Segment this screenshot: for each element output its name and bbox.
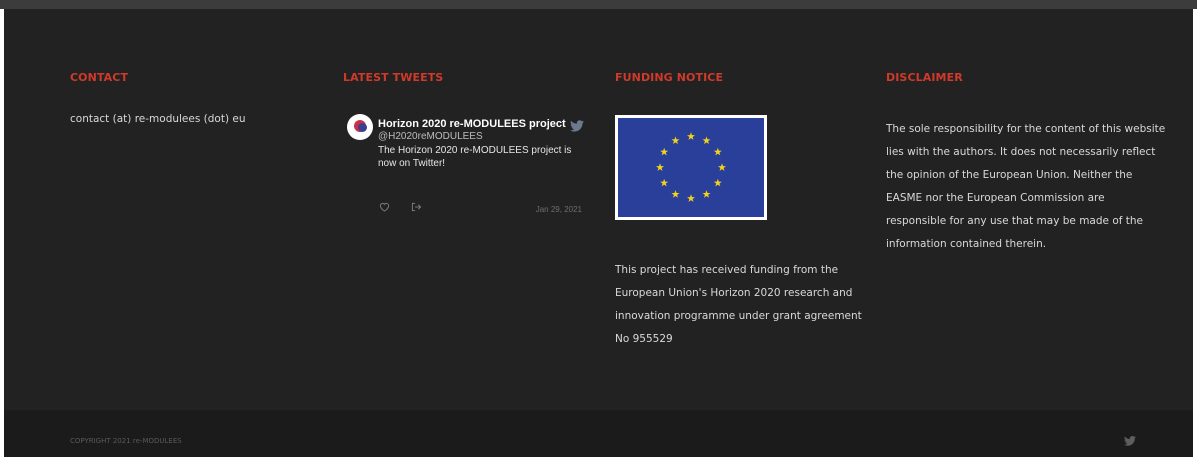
twitter-bird-icon[interactable] — [1124, 436, 1136, 446]
tweet-author-name[interactable]: Horizon 2020 re-MODULEES project — [378, 118, 566, 130]
contact-email-text: contact (at) re-modulees (dot) eu — [70, 113, 246, 125]
funding-text: This project has received funding from t… — [615, 264, 862, 345]
tweets-heading: LATEST TWEETS — [343, 71, 444, 84]
tweet-avatar[interactable] — [347, 114, 373, 140]
share-icon[interactable] — [411, 202, 422, 212]
top-divider-bar — [0, 0, 1197, 9]
heart-icon[interactable] — [379, 202, 390, 212]
disclaimer-text: The sole responsibility for the content … — [886, 123, 1166, 250]
tweet-handle[interactable]: @H2020reMODULEES — [378, 131, 483, 142]
funding-heading: FUNDING NOTICE — [615, 71, 724, 84]
tweet-text: The Horizon 2020 re-MODULEES project is … — [378, 145, 572, 169]
disclaimer-heading: DISCLAIMER — [886, 71, 963, 84]
eu-flag-icon — [618, 118, 764, 217]
eu-flag-image — [615, 115, 767, 220]
twitter-bird-icon[interactable] — [570, 120, 584, 132]
tweet-date[interactable]: Jan 29, 2021 — [520, 205, 582, 214]
footer-bottom-bar — [4, 410, 1193, 457]
copyright-text: COPYRIGHT 2021 re-MODULEES — [70, 437, 182, 445]
contact-heading: CONTACT — [70, 71, 129, 84]
